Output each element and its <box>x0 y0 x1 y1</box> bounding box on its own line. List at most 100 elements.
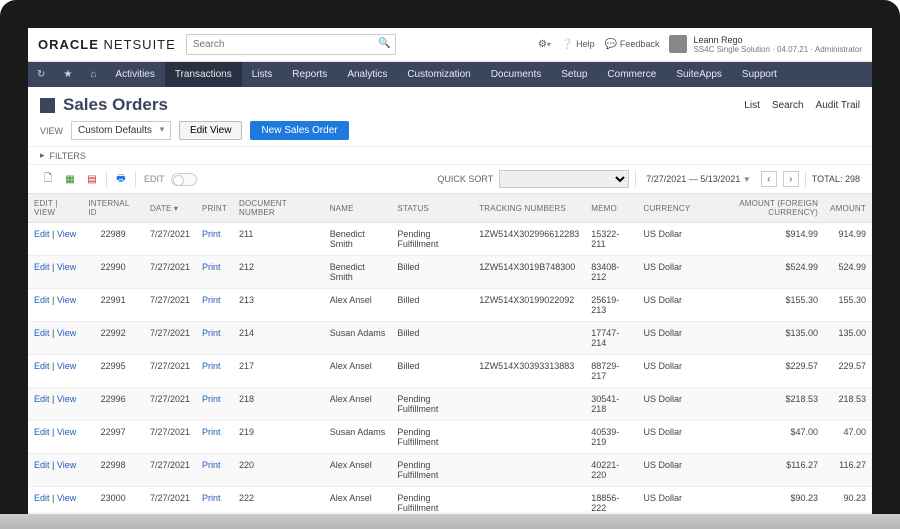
table-row: Edit | View229987/27/2021Print220Alex An… <box>28 454 872 487</box>
cell-tracking <box>473 388 585 421</box>
print-icon[interactable]: 🖶 <box>113 171 129 187</box>
print-link[interactable]: Print <box>202 460 221 470</box>
col-header[interactable]: MEMO <box>585 194 637 223</box>
edit-link[interactable]: Edit <box>34 460 50 470</box>
view-link[interactable]: View <box>57 262 76 272</box>
page-action-list[interactable]: List <box>744 100 760 111</box>
col-header[interactable]: PRINT <box>196 194 233 223</box>
col-header[interactable]: INTERNAL ID <box>82 194 144 223</box>
export-pdf-icon[interactable]: ▤ <box>84 171 100 187</box>
print-link[interactable]: Print <box>202 361 221 371</box>
print-link[interactable]: Print <box>202 295 221 305</box>
page-action-audit-trail[interactable]: Audit Trail <box>816 100 860 111</box>
search-input[interactable] <box>186 34 396 55</box>
edit-link[interactable]: Edit <box>34 295 50 305</box>
cell-amount-foreign: $218.53 <box>696 388 824 421</box>
col-header[interactable]: TRACKING NUMBERS <box>473 194 585 223</box>
feedback-link[interactable]: 💬 Feedback <box>605 39 660 50</box>
cell-currency: US Dollar <box>637 454 696 487</box>
view-link[interactable]: View <box>57 295 76 305</box>
nav-tab-activities[interactable]: Activities <box>105 62 164 87</box>
col-header[interactable]: AMOUNT <box>824 194 872 223</box>
col-header[interactable]: STATUS <box>391 194 473 223</box>
nav-tab-support[interactable]: Support <box>732 62 787 87</box>
col-header[interactable]: NAME <box>324 194 392 223</box>
new-doc-icon[interactable]: 🗋 <box>40 171 56 187</box>
inline-edit-label: EDIT <box>144 174 165 184</box>
edit-link[interactable]: Edit <box>34 328 50 338</box>
nav-tab-suiteapps[interactable]: SuiteApps <box>666 62 732 87</box>
user-name: Leann Rego <box>693 35 862 45</box>
print-link[interactable]: Print <box>202 427 221 437</box>
shortcuts-icon[interactable]: ⚙▾ <box>538 39 551 50</box>
col-header[interactable]: DOCUMENT NUMBER <box>233 194 324 223</box>
nav-tab-documents[interactable]: Documents <box>481 62 552 87</box>
main-nav: ↻ ★ ⌂ ActivitiesTransactionsListsReports… <box>28 62 872 87</box>
cell-doc-number: 220 <box>233 454 324 487</box>
quick-sort-select[interactable] <box>499 170 629 188</box>
nav-tab-setup[interactable]: Setup <box>551 62 597 87</box>
new-sales-order-button[interactable]: New Sales Order <box>250 121 348 140</box>
filters-bar[interactable]: ▸ FILTERS <box>28 146 872 165</box>
col-header[interactable]: EDIT | VIEW <box>28 194 82 223</box>
edit-link[interactable]: Edit <box>34 229 50 239</box>
edit-view-button[interactable]: Edit View <box>179 121 243 140</box>
cell-status: Pending Fulfillment <box>391 388 473 421</box>
print-link[interactable]: Print <box>202 229 221 239</box>
print-link[interactable]: Print <box>202 262 221 272</box>
star-icon[interactable]: ★ <box>54 62 81 87</box>
table-row: Edit | View229927/27/2021Print214Susan A… <box>28 322 872 355</box>
cell-tracking <box>473 322 585 355</box>
view-select[interactable]: Custom Defaults ▼ <box>71 121 171 140</box>
next-page-button[interactable]: › <box>783 171 799 187</box>
nav-tab-commerce[interactable]: Commerce <box>597 62 666 87</box>
print-link[interactable]: Print <box>202 493 221 503</box>
date-range[interactable]: 7/27/2021 — 5/13/2021 ▼ <box>642 174 755 184</box>
nav-tab-analytics[interactable]: Analytics <box>337 62 397 87</box>
view-link[interactable]: View <box>57 229 76 239</box>
edit-link[interactable]: Edit <box>34 427 50 437</box>
search-icon[interactable]: 🔍 <box>378 38 390 49</box>
cell-currency: US Dollar <box>637 355 696 388</box>
nav-tab-reports[interactable]: Reports <box>282 62 337 87</box>
col-header[interactable]: CURRENCY <box>637 194 696 223</box>
results-table: EDIT | VIEWINTERNAL IDDATE ▾PRINTDOCUMEN… <box>28 194 872 521</box>
view-link[interactable]: View <box>57 460 76 470</box>
edit-link[interactable]: Edit <box>34 361 50 371</box>
cell-amount-foreign: $914.99 <box>696 223 824 256</box>
prev-page-button[interactable]: ‹ <box>761 171 777 187</box>
print-link[interactable]: Print <box>202 328 221 338</box>
page-action-search[interactable]: Search <box>772 100 804 111</box>
total-count: TOTAL: 298 <box>812 174 860 184</box>
page-header: Sales Orders ListSearchAudit Trail <box>28 87 872 119</box>
view-link[interactable]: View <box>57 328 76 338</box>
col-header[interactable]: DATE ▾ <box>144 194 196 223</box>
expand-icon: ▸ <box>40 150 45 161</box>
view-link[interactable]: View <box>57 427 76 437</box>
nav-tab-lists[interactable]: Lists <box>242 62 283 87</box>
nav-tab-customization[interactable]: Customization <box>397 62 480 87</box>
cell-status: Billed <box>391 322 473 355</box>
quick-sort-label: QUICK SORT <box>437 174 493 184</box>
view-link[interactable]: View <box>57 361 76 371</box>
home-icon[interactable]: ⌂ <box>81 62 105 87</box>
edit-link[interactable]: Edit <box>34 493 50 503</box>
view-link[interactable]: View <box>57 493 76 503</box>
cell-amount: 116.27 <box>824 454 872 487</box>
inline-edit-toggle[interactable] <box>171 173 197 186</box>
export-excel-icon[interactable]: ▦ <box>62 171 78 187</box>
history-icon[interactable]: ↻ <box>28 62 54 87</box>
col-header[interactable]: AMOUNT (FOREIGN CURRENCY) <box>696 194 824 223</box>
top-bar: ORACLE NETSUITE 🔍 ⚙▾ ❔ Help 💬 Feedback L… <box>28 28 872 62</box>
cell-date: 7/27/2021 <box>144 355 196 388</box>
user-menu[interactable]: Leann Rego SS4C Single Solution · 04.07.… <box>669 35 862 54</box>
cell-date: 7/27/2021 <box>144 289 196 322</box>
help-link[interactable]: ❔ Help <box>561 39 595 50</box>
print-link[interactable]: Print <box>202 394 221 404</box>
nav-tab-transactions[interactable]: Transactions <box>165 62 242 87</box>
edit-link[interactable]: Edit <box>34 394 50 404</box>
table-row: Edit | View229907/27/2021Print212Benedic… <box>28 256 872 289</box>
cell-status: Billed <box>391 256 473 289</box>
view-link[interactable]: View <box>57 394 76 404</box>
edit-link[interactable]: Edit <box>34 262 50 272</box>
